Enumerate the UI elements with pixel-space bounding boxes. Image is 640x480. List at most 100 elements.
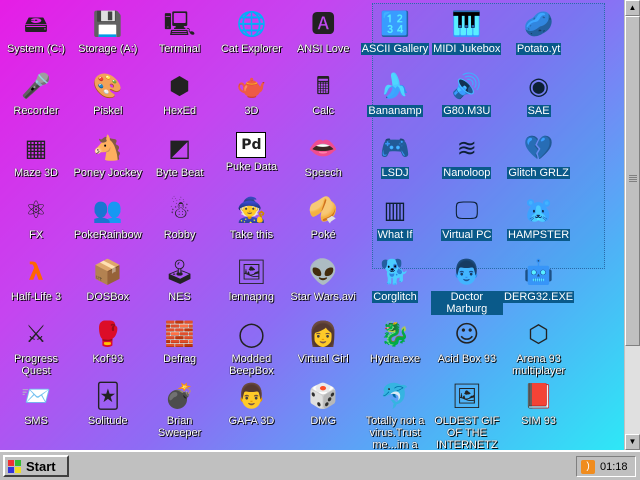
desktop-icon-label: Cat Explorer: [220, 43, 282, 55]
doctor-marburg-icon: 👨: [451, 258, 482, 286]
desktop-icon[interactable]: ⚔ Progress Quest: [0, 318, 72, 377]
desktop-icon[interactable]: 🔢 ASCII Gallery: [359, 8, 431, 55]
desktop-icon[interactable]: Pd Puke Data: [215, 132, 287, 173]
hydra-icon: 🐉: [380, 320, 410, 348]
desktop-icon-label: Half-Life 3: [10, 291, 62, 303]
desktop-icon[interactable]: 🎨 Piskel: [72, 70, 144, 117]
fx-icon: ⚛: [25, 196, 47, 224]
desktop-icon[interactable]: 💣 Brian Sweeper: [144, 380, 216, 439]
desktop-icon[interactable]: ◉ SAE: [503, 70, 575, 117]
desktop-icon[interactable]: 🖵 Virtual PC: [431, 194, 503, 241]
taskbar: Start ) 01:18: [0, 450, 640, 480]
bananamp-icon: 🍌: [380, 72, 410, 100]
desktop-icon[interactable]: 🐉 Hydra.exe: [359, 318, 431, 365]
desktop-icon[interactable]: 🔊 G80.M3U: [431, 70, 503, 117]
pure-data-icon: Pd: [236, 132, 267, 158]
desktop-icon-label: G80.M3U: [442, 105, 492, 117]
desktop-icon[interactable]: 🧱 Defrag: [144, 318, 216, 365]
desktop-icon[interactable]: 👨 Doctor Marburg: [430, 256, 503, 315]
desktop-icon[interactable]: 🖴 System (C:): [0, 8, 72, 55]
desktop-icon[interactable]: 🃏 Solitude: [72, 380, 144, 427]
desktop-icon[interactable]: 🖳 Terminal: [144, 8, 216, 55]
nanoloop-icon: ≋: [456, 134, 477, 162]
desktop-icon-label: HexEd: [163, 105, 197, 117]
desktop-icon[interactable]: ⬡ Arena 93 multiplayer: [503, 318, 575, 377]
desktop-icon-label: Defrag: [163, 353, 197, 365]
desktop-icon[interactable]: 💔 Glitch GRLZ: [503, 132, 575, 179]
desktop-icon[interactable]: 🖼 OLDEST GIF OF THE INTERNETZ: [431, 380, 503, 450]
desktop-icon-label: Recorder: [13, 105, 59, 117]
scroll-up-button[interactable]: ▲: [625, 0, 640, 16]
desktop-icon[interactable]: 👩 Virtual Girl: [287, 318, 359, 365]
desktop-icon[interactable]: 🎹 MIDI Jukebox: [431, 8, 503, 55]
half-life-icon: λ: [28, 258, 44, 286]
desktop-icon[interactable]: 🐴 Poney Jockey: [72, 132, 144, 179]
desktop-icon[interactable]: 👨 GAFA 3D: [215, 380, 287, 427]
desktop-icon[interactable]: 📦 DOSBox: [72, 256, 144, 303]
scroll-thumb[interactable]: [625, 16, 640, 346]
desktop-icon-label: SIM 93: [521, 415, 557, 427]
byte-beat-icon: ◩: [168, 134, 191, 162]
desktop-icon[interactable]: ◩ Byte Beat: [144, 132, 216, 179]
desktop-icon[interactable]: ▥ What If: [359, 194, 431, 241]
rss-icon[interactable]: ): [581, 459, 595, 474]
hexed-icon: ⬢: [169, 72, 191, 100]
desktop-icon[interactable]: 📨 SMS: [0, 380, 72, 427]
desktop-icon[interactable]: ≋ Nanoloop: [431, 132, 503, 179]
desktop-icon[interactable]: 🌐 Cat Explorer: [215, 8, 287, 55]
desktop-icon[interactable]: 🫖 3D: [215, 70, 287, 117]
desktop-icon-label: Piskel: [93, 105, 123, 117]
desktop-icon[interactable]: ⚛ FX: [0, 194, 72, 241]
desktop-icon[interactable]: ◯ Modded BeepBox: [215, 318, 287, 377]
desktop-icon-label: DOSBox: [86, 291, 130, 303]
desktop-icon[interactable]: ⬢ HexEd: [144, 70, 216, 117]
desktop-icon[interactable]: 🥊 Kof'93: [72, 318, 144, 365]
desktop-icon-label: ANSI Love: [296, 43, 350, 55]
desktop-icon[interactable]: 🎤 Recorder: [0, 70, 72, 117]
desktop-icon[interactable]: 🐹 HAMPSTER: [503, 194, 575, 241]
gafa-3d-icon: 👨: [236, 382, 267, 410]
desktop-icon[interactable]: 🅰 ANSI Love: [287, 8, 359, 55]
start-button[interactable]: Start: [3, 455, 69, 477]
scroll-down-button[interactable]: ▼: [625, 434, 640, 450]
desktop-icon[interactable]: ☺ Acid Box 93: [431, 318, 503, 365]
desktop-icon[interactable]: 🥔 Potato.yt: [503, 8, 575, 55]
desktop-icon[interactable]: 📕 SIM 93: [503, 380, 575, 427]
brian-sweeper-icon: 💣: [164, 382, 195, 410]
desktop-icon-label: 3D: [244, 105, 259, 117]
desktop-icon[interactable]: 🍌 Bananamp: [359, 70, 431, 117]
desktop-icon[interactable]: 🖩 Calc: [287, 70, 359, 117]
desktop-icon[interactable]: ▦ Maze 3D: [0, 132, 72, 179]
desktop-icon-label: Maze 3D: [13, 167, 59, 179]
desktop-icon[interactable]: 🥠 Poké: [287, 194, 359, 241]
solitude-icon: 🃏: [95, 382, 121, 410]
desktop-icon-label: HAMPSTER: [507, 229, 571, 241]
desktop-scrollbar[interactable]: ▲ ▼: [624, 0, 640, 450]
desktop-icon[interactable]: λ Half-Life 3: [0, 256, 72, 303]
desktop-icon[interactable]: 👽 Star Wars.avi: [287, 256, 359, 303]
maze-icon: ▦: [24, 134, 48, 162]
desktop-icon[interactable]: 👥 PokeRainbow: [72, 194, 144, 241]
progress-quest-icon: ⚔: [25, 320, 47, 348]
oldest-gif-icon: 🖼: [451, 382, 483, 410]
desktop-icon[interactable]: 🖼 lennapng: [215, 256, 287, 303]
desktop-icon[interactable]: 🐕 Corglitch: [359, 256, 431, 303]
desktop-icon[interactable]: 🐬 Totally not a virus.Trust me...im a: [359, 380, 431, 450]
desktop-icon[interactable]: 🤖 DERG32.EXE: [503, 256, 575, 303]
desktop-icon-label: Poney Jockey: [73, 167, 143, 179]
desktop-icon-label: Puke Data: [225, 161, 278, 173]
ansi-love-icon: 🅰: [311, 10, 336, 38]
desktop-icon-label: SMS: [24, 415, 48, 427]
midi-jukebox-icon: 🎹: [451, 10, 482, 38]
poke-icon: 🥠: [308, 196, 339, 224]
desktop-icon[interactable]: ☃ Robby: [144, 194, 216, 241]
desktop-icon[interactable]: 🕹 NES: [144, 256, 216, 303]
desktop-icon[interactable]: 💾 Storage (A:): [72, 8, 144, 55]
desktop-icon[interactable]: 🧙 Take this: [215, 194, 287, 241]
desktop-icon[interactable]: 🎮 LSDJ: [359, 132, 431, 179]
desktop-icon[interactable]: 🎲 DMG: [287, 380, 359, 427]
windows-logo-icon: [8, 459, 22, 473]
virtual-pc-icon: 🖵: [455, 196, 479, 224]
desktop-icon-label: Doctor Marburg: [430, 291, 503, 315]
desktop-icon[interactable]: 👄 Speech: [287, 132, 359, 179]
